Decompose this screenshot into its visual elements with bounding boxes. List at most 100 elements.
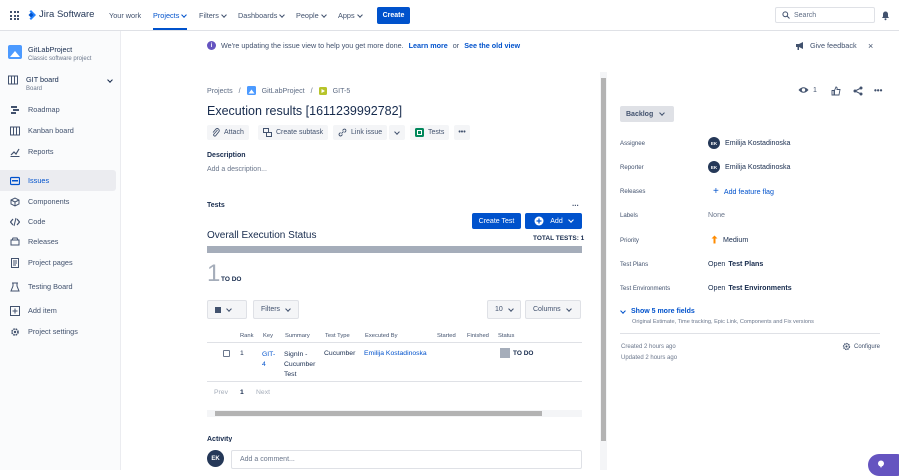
assignee-field[interactable]: EK Emilija Kostadinoska	[708, 137, 790, 149]
issue-scrollbar[interactable]	[600, 72, 607, 470]
reporter-field[interactable]: EK Emilija Kostadinoska	[708, 161, 790, 173]
give-feedback-button[interactable]: Give feedback	[795, 41, 857, 50]
attach-button[interactable]: Attach	[207, 125, 249, 140]
test-plans-field[interactable]: Open Test Plans	[708, 260, 763, 268]
breadcrumb-projects[interactable]: Projects	[207, 87, 233, 95]
created-timestamp: Created 2 hours ago	[621, 344, 676, 350]
page-size-select[interactable]: 10	[487, 300, 521, 319]
configure-button[interactable]: Configure	[842, 342, 880, 351]
pagination-page[interactable]: 1	[240, 389, 244, 396]
like-icon[interactable]	[831, 86, 841, 96]
nav-people[interactable]: People	[296, 11, 327, 20]
bulk-select-dropdown[interactable]	[207, 300, 247, 319]
chevron-down-icon	[567, 217, 574, 223]
link-issue-dropdown[interactable]	[389, 125, 405, 140]
breadcrumb-issue[interactable]: GIT-5	[333, 87, 351, 95]
filters-dropdown[interactable]: Filters	[253, 300, 299, 319]
link-issue-button[interactable]: Link issue	[333, 125, 388, 140]
old-view-link[interactable]: See the old view	[464, 41, 520, 50]
header-test-type[interactable]: Test Type	[325, 333, 350, 339]
description-input[interactable]: Add a description...	[207, 166, 267, 173]
test-env-open: Open	[708, 284, 726, 292]
breadcrumb: Projects / GitLabProject / GIT-5	[207, 86, 350, 95]
notifications-icon[interactable]	[880, 10, 891, 21]
sidebar-item-project-settings[interactable]: Project settings	[0, 321, 116, 342]
header-executed-by[interactable]: Executed By	[365, 333, 398, 339]
sidebar-item-label: Project settings	[28, 327, 78, 336]
nav-projects[interactable]: Projects	[153, 11, 188, 20]
create-button[interactable]: Create	[377, 7, 410, 24]
tests-button[interactable]: Tests	[410, 125, 450, 140]
sidebar-item-kanban-board[interactable]: Kanban board	[0, 120, 116, 141]
pagination-prev[interactable]: Prev	[214, 389, 228, 396]
row-executed-by[interactable]: Emilija Kostadinoska	[364, 350, 427, 357]
tests-more-button[interactable]: ...	[572, 199, 579, 208]
sidebar-item-components[interactable]: Components	[0, 191, 116, 212]
app-switcher-icon[interactable]	[10, 11, 19, 20]
sidebar-item-testing-board[interactable]: Testing Board	[0, 276, 116, 297]
nav-filters[interactable]: Filters	[199, 11, 227, 20]
labels-label: Labels	[620, 212, 638, 219]
project-header[interactable]: GitLabProject Classic software project	[8, 45, 91, 62]
chevron-down-icon	[565, 305, 572, 312]
jira-logo[interactable]: Jira Software	[26, 9, 94, 20]
sidebar-item-reports[interactable]: Reports	[0, 141, 116, 162]
chevron-down-icon	[285, 305, 291, 312]
row-status[interactable]: TO DO	[513, 350, 533, 357]
nav-apps[interactable]: Apps	[338, 11, 363, 20]
avatar: EK	[207, 450, 224, 467]
sidebar-item-add-item[interactable]: Add item	[0, 300, 116, 321]
header-status[interactable]: Status	[498, 333, 514, 339]
show-more-label: Show 5 more fields	[631, 308, 695, 315]
labels-value[interactable]: None	[708, 211, 725, 219]
scrollbar-thumb[interactable]	[601, 78, 606, 441]
header-finished[interactable]: Finished	[467, 333, 489, 339]
test-plans-link[interactable]: Test Plans	[728, 260, 763, 268]
close-icon[interactable]: ×	[868, 41, 873, 51]
priority-medium-icon	[711, 235, 718, 244]
test-environments-field[interactable]: Open Test Environments	[708, 284, 792, 292]
add-tests-button[interactable]: Add	[525, 213, 582, 229]
watchers-button[interactable]: 1	[798, 86, 817, 94]
search-input[interactable]: Search	[775, 7, 875, 23]
sidebar-item-releases[interactable]: Releases	[0, 231, 116, 252]
sidebar-item-code[interactable]: Code	[0, 211, 116, 232]
share-icon[interactable]	[853, 86, 863, 96]
test-env-link[interactable]: Test Environments	[728, 284, 791, 292]
header-rank[interactable]: Rank	[240, 333, 254, 339]
row-summary-line: SignIn -	[284, 351, 308, 358]
status-dropdown[interactable]: Backlog	[620, 106, 674, 122]
create-test-button[interactable]: Create Test	[472, 213, 521, 229]
todo-count: 1	[207, 260, 221, 287]
breadcrumb-project[interactable]: GitLabProject	[262, 87, 305, 95]
sidebar-item-issues[interactable]: Issues	[0, 170, 116, 191]
learn-more-link[interactable]: Learn more	[409, 41, 448, 50]
header-summary[interactable]: Summary	[285, 333, 310, 339]
priority-field[interactable]: Medium	[711, 235, 748, 244]
help-button[interactable]	[868, 454, 899, 476]
show-more-fields-button[interactable]: Show 5 more fields	[620, 307, 695, 315]
columns-label: Columns	[533, 306, 561, 313]
breadcrumb-separator: /	[238, 86, 241, 95]
issue-title[interactable]: Execution results [1611239992782]	[207, 104, 402, 118]
row-key-link[interactable]: GIT- 4	[262, 350, 275, 370]
more-actions-button[interactable]: •••	[454, 125, 470, 140]
nav-dashboards[interactable]: Dashboards	[238, 11, 286, 20]
add-feature-flag-link[interactable]: + Add feature flag	[713, 186, 774, 197]
table-horizontal-scrollbar[interactable]	[207, 410, 582, 417]
sidebar-item-roadmap[interactable]: Roadmap	[0, 99, 116, 120]
scrollbar-thumb[interactable]	[215, 411, 542, 416]
columns-dropdown[interactable]: Columns	[525, 300, 581, 319]
sidebar-item-project-pages[interactable]: Project pages	[0, 252, 116, 273]
activity-label: Activity	[207, 436, 233, 442]
header-started[interactable]: Started	[437, 333, 456, 339]
board-switcher[interactable]: GIT board Board	[8, 75, 116, 92]
nav-your-work[interactable]: Your work	[109, 11, 141, 20]
issues-icon	[10, 176, 20, 185]
header-key[interactable]: Key	[263, 333, 273, 339]
comment-input[interactable]: Add a comment...	[231, 450, 582, 469]
row-checkbox[interactable]	[223, 350, 230, 357]
more-icon[interactable]: •••	[874, 86, 882, 95]
create-subtask-button[interactable]: Create subtask	[258, 125, 329, 140]
pagination-next[interactable]: Next	[256, 389, 270, 396]
